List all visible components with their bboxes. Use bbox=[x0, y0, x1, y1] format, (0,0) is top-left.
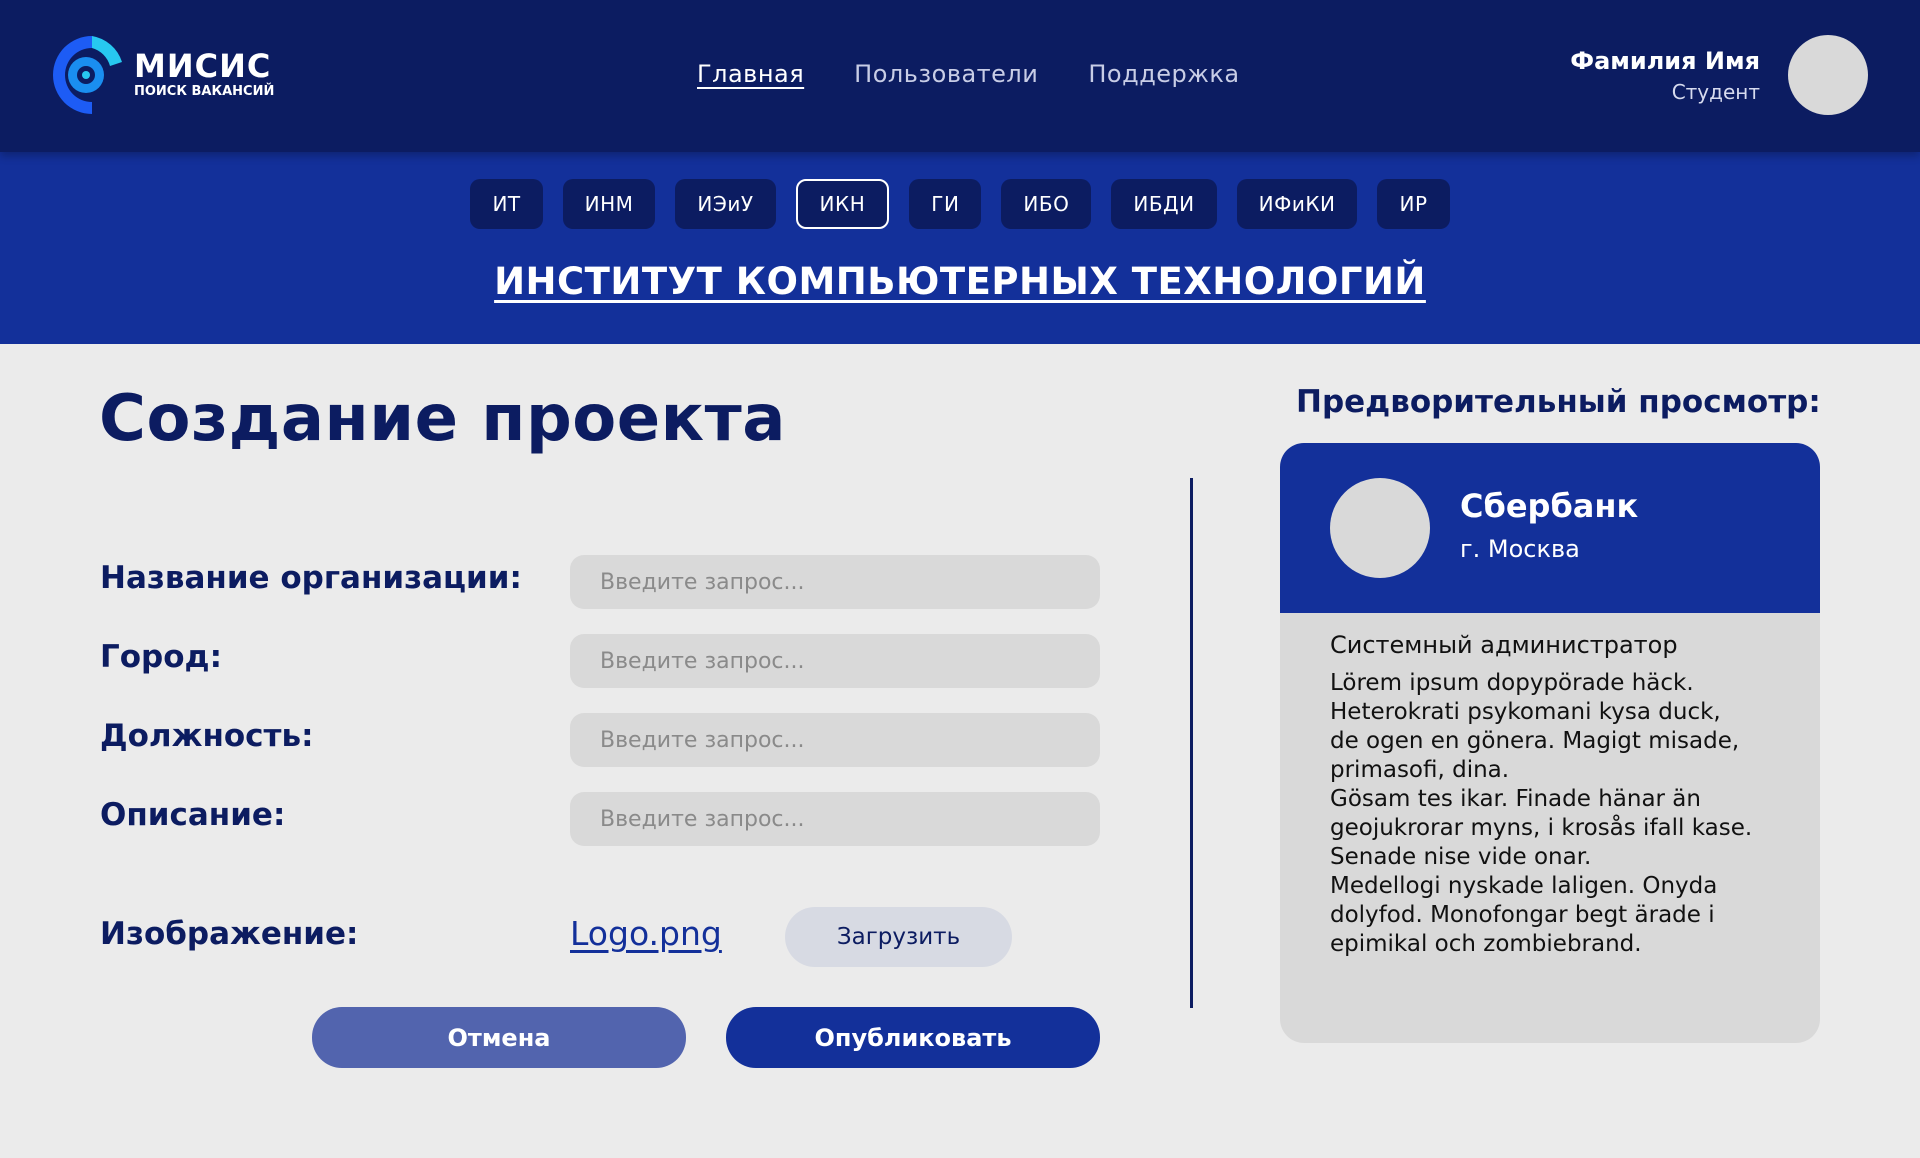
page-title: Создание проекта bbox=[99, 382, 786, 456]
tab-inm[interactable]: ИНМ bbox=[562, 179, 656, 229]
user-role: Студент bbox=[1671, 80, 1760, 104]
preview-heading: Предворительный просмотр: bbox=[1296, 384, 1821, 420]
preview-card: Сбербанк г. Москва Системный администрат… bbox=[1280, 443, 1820, 1043]
preview-card-header: Сбербанк г. Москва bbox=[1280, 443, 1820, 613]
description-input[interactable] bbox=[570, 792, 1100, 846]
upload-button[interactable]: Загрузить bbox=[785, 907, 1012, 967]
main-nav: Главная Пользователи Поддержка bbox=[697, 60, 1240, 88]
tab-ir[interactable]: ИР bbox=[1377, 179, 1450, 229]
preview-card-body: Системный администратор Lörem ipsum dopy… bbox=[1280, 613, 1820, 959]
nav-item-home[interactable]: Главная bbox=[697, 60, 804, 88]
user-info[interactable]: Фамилия Имя Студент bbox=[1570, 44, 1760, 106]
brand-subtitle: ПОИСК ВАКАНСИЙ bbox=[134, 84, 275, 99]
user-avatar[interactable] bbox=[1788, 35, 1868, 115]
description-label: Описание: bbox=[100, 797, 286, 833]
tab-ibdi[interactable]: ИБДИ bbox=[1111, 179, 1217, 229]
tab-ifiki[interactable]: ИФиКИ bbox=[1236, 179, 1358, 229]
misis-logo-icon bbox=[53, 36, 122, 114]
org-avatar bbox=[1330, 478, 1430, 578]
cancel-button[interactable]: Отмена bbox=[312, 1007, 686, 1068]
tab-ibo[interactable]: ИБО bbox=[1001, 179, 1092, 229]
brand-title: МИСИС bbox=[134, 47, 272, 85]
vertical-divider bbox=[1190, 478, 1193, 1008]
nav-item-users[interactable]: Пользователи bbox=[854, 60, 1038, 88]
nav-item-support[interactable]: Поддержка bbox=[1088, 60, 1239, 88]
tab-ieiu[interactable]: ИЭиУ bbox=[675, 179, 776, 229]
preview-description: Lörem ipsum dopypörade häck. Heterokrati… bbox=[1330, 670, 1753, 957]
org-name-input[interactable] bbox=[570, 555, 1100, 609]
tab-ikn[interactable]: ИКН bbox=[795, 179, 890, 229]
preview-org-name: Сбербанк bbox=[1460, 487, 1639, 525]
institute-band: ИТ ИНМ ИЭиУ ИКН ГИ ИБО ИБДИ ИФиКИ ИР ИНС… bbox=[0, 152, 1920, 344]
institute-title[interactable]: ИНСТИТУТ КОМПЬЮТЕРНЫХ ТЕХНОЛОГИЙ bbox=[0, 260, 1920, 303]
institute-tabs: ИТ ИНМ ИЭиУ ИКН ГИ ИБО ИБДИ ИФиКИ ИР bbox=[0, 179, 1920, 229]
position-label: Должность: bbox=[100, 718, 314, 754]
preview-position: Системный администратор bbox=[1330, 631, 1678, 659]
image-label: Изображение: bbox=[100, 916, 359, 952]
top-header: МИСИС ПОИСК ВАКАНСИЙ Главная Пользовател… bbox=[0, 0, 1920, 152]
preview-city: г. Москва bbox=[1460, 535, 1580, 563]
publish-button[interactable]: Опубликовать bbox=[726, 1007, 1100, 1068]
image-file-link[interactable]: Logo.png bbox=[570, 914, 722, 953]
tab-it[interactable]: ИТ bbox=[470, 179, 543, 229]
logo[interactable]: МИСИС ПОИСК ВАКАНСИЙ bbox=[48, 32, 274, 118]
city-label: Город: bbox=[100, 639, 222, 675]
tab-gi[interactable]: ГИ bbox=[909, 179, 982, 229]
position-input[interactable] bbox=[570, 713, 1100, 767]
user-name: Фамилия Имя bbox=[1570, 47, 1760, 75]
city-input[interactable] bbox=[570, 634, 1100, 688]
org-name-label: Название организации: bbox=[100, 560, 522, 596]
